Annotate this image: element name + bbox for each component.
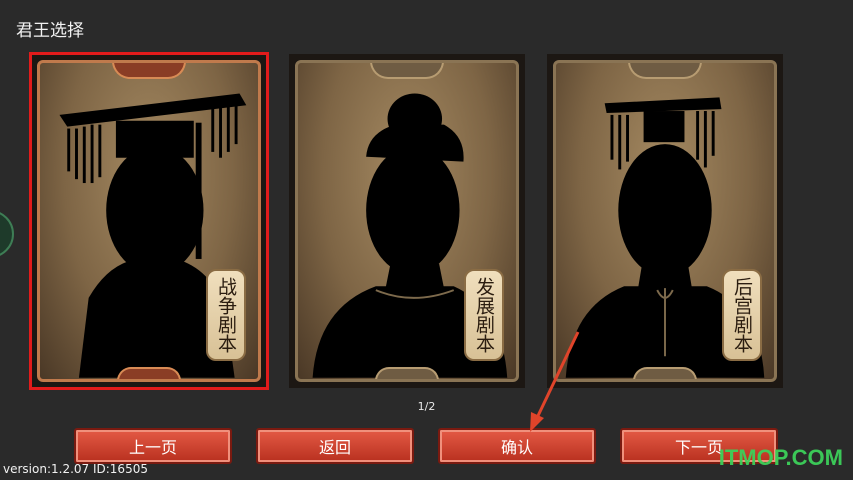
annotation-arrow-icon bbox=[530, 331, 580, 432]
site-watermark: ITMOP.COM bbox=[718, 445, 843, 470]
version-info: version:1.2.07 ID:16505 bbox=[3, 462, 148, 476]
